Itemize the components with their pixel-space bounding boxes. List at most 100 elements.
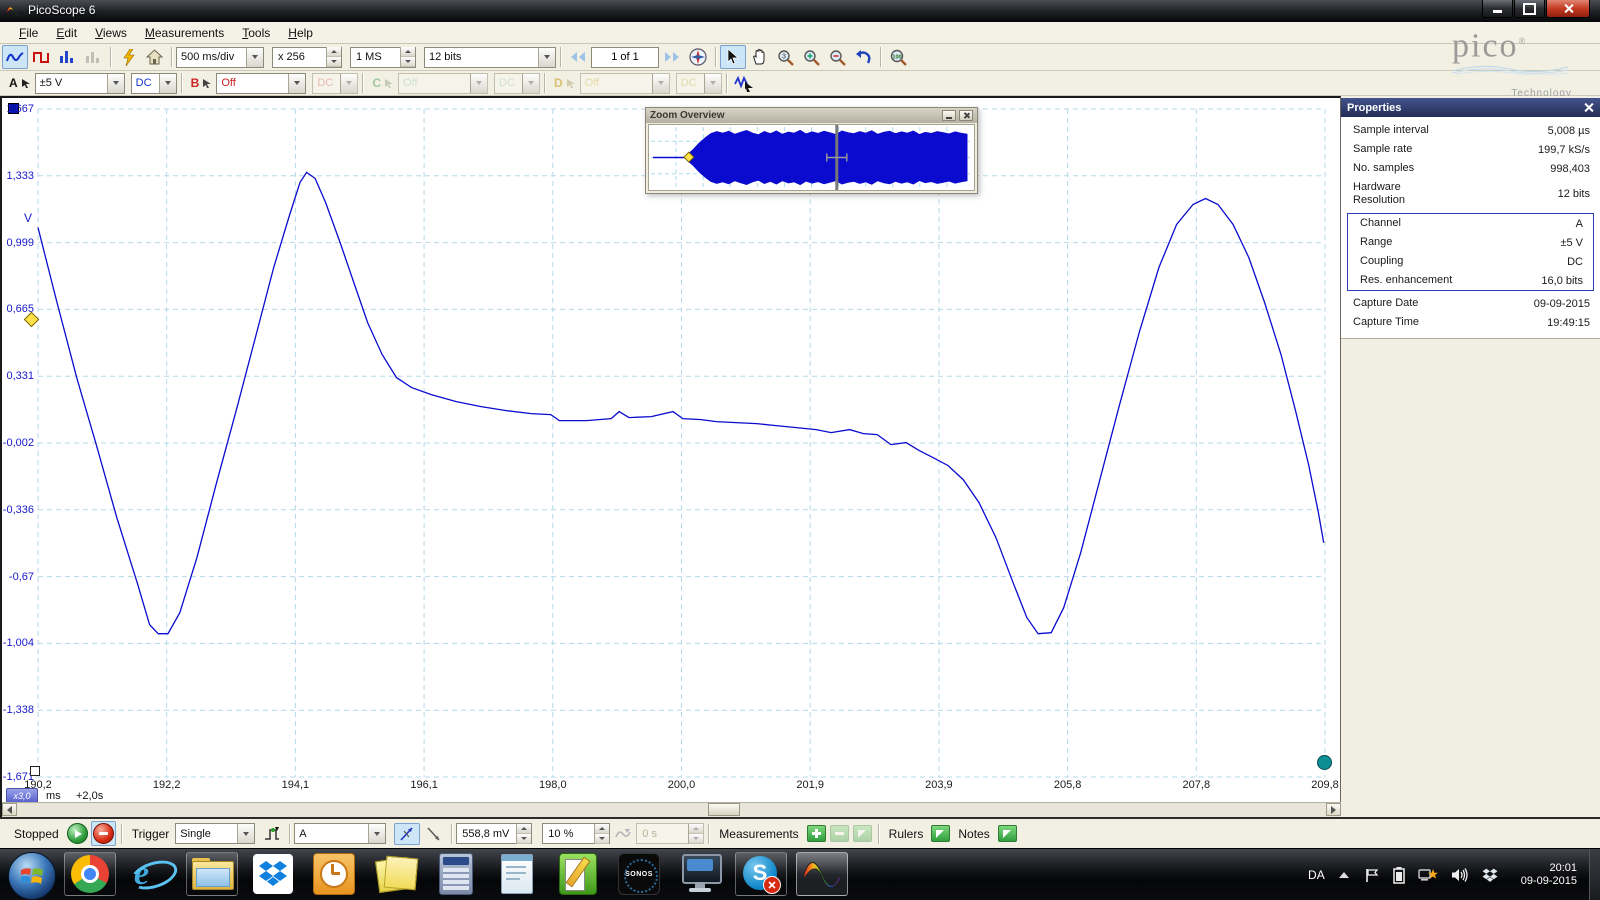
remove-measurement-button[interactable] [830, 825, 849, 842]
trigger-level-spinner[interactable]: 558,8 mV [456, 823, 532, 844]
language-indicator[interactable]: DA [1308, 868, 1325, 882]
pretrigger-spinner[interactable]: 10 % [542, 823, 610, 844]
properties-close-icon[interactable] [1583, 102, 1594, 113]
action-center-flag-icon[interactable] [1365, 868, 1380, 883]
ruler-handle[interactable] [1317, 755, 1332, 770]
falling-edge-button[interactable] [421, 822, 447, 846]
probe-arrow-icon[interactable] [202, 78, 212, 88]
scope-view[interactable]: V 1,6671,3330,9990,6650,331-0,002-0,336-… [0, 96, 1341, 817]
rising-edge-button[interactable] [396, 825, 418, 843]
taskbar-outlook[interactable] [308, 852, 360, 896]
channel-a-trace[interactable] [38, 172, 1324, 633]
tray-expand-icon[interactable] [1339, 872, 1349, 878]
taskbar-calculator[interactable] [430, 852, 482, 896]
scope-view-button[interactable] [2, 45, 28, 69]
channel-c-range-select[interactable]: Off [398, 73, 488, 94]
add-measurement-button[interactable] [807, 825, 826, 842]
taskbar-sticky-notes[interactable] [369, 852, 421, 896]
undo-zoom-button[interactable] [850, 45, 876, 69]
channel-b-range-select[interactable]: Off [216, 73, 306, 94]
post-trigger-delay-button[interactable] [610, 822, 636, 846]
waveform-plot[interactable] [36, 107, 1327, 779]
next-buffer-button[interactable] [659, 45, 685, 69]
persistence-view-button[interactable] [80, 45, 106, 69]
menu-views[interactable]: Views [86, 23, 136, 43]
taskbar-dropbox[interactable] [247, 852, 299, 896]
trigger-source-select[interactable]: A [294, 823, 386, 844]
pan-tool-button[interactable] [746, 45, 772, 69]
menu-edit[interactable]: Edit [47, 23, 86, 43]
taskbar-picoscope[interactable] [796, 852, 848, 896]
axis-bottom-handle[interactable] [30, 766, 40, 776]
channel-a-range-select[interactable]: ±5 V [35, 73, 125, 94]
menu-tools[interactable]: Tools [233, 23, 279, 43]
taskbar-internet-explorer[interactable]: e [125, 852, 177, 896]
resolution-select[interactable]: 12 bits [424, 47, 556, 68]
menu-help[interactable]: Help [279, 23, 322, 43]
dropbox-tray-icon[interactable] [1482, 868, 1498, 883]
taskbar-chrome[interactable] [64, 852, 116, 896]
post-trigger-spinner[interactable]: 0 s [636, 823, 704, 844]
probe-arrow-icon[interactable] [21, 78, 31, 88]
zoom-out-tool-button[interactable] [824, 45, 850, 69]
menu-measurements[interactable]: Measurements [136, 23, 233, 43]
scrollbar-thumb[interactable] [708, 803, 740, 816]
notes-button[interactable] [998, 825, 1017, 842]
custom-probes-button[interactable] [731, 71, 757, 95]
maximize-button[interactable] [1514, 0, 1545, 18]
zoom-overview-titlebar[interactable]: Zoom Overview [646, 108, 977, 123]
zoom-overview-close-icon[interactable] [959, 110, 973, 121]
zoom-full-button[interactable]: 100 [885, 45, 911, 69]
buffer-position-field[interactable]: 1 of 1 [591, 47, 659, 68]
show-desktop-button[interactable] [1589, 849, 1600, 900]
taskbar-clock[interactable]: 20:01 09-09-2015 [1521, 862, 1577, 888]
zoom-overview-minimize-icon[interactable] [942, 110, 956, 121]
zoom-box-tool-button[interactable]: 3 [772, 45, 798, 69]
zoom-overview-body[interactable] [648, 124, 975, 191]
menu-file[interactable]: File [10, 23, 47, 43]
stop-capture-button[interactable] [93, 823, 114, 844]
network-status-icon[interactable] [1418, 867, 1438, 883]
battery-icon[interactable] [1393, 867, 1405, 884]
taskbar-remote-desktop[interactable] [674, 852, 726, 896]
channel-d-range-select[interactable]: Off [580, 73, 670, 94]
taskbar-skype[interactable]: S [735, 852, 787, 896]
volume-icon[interactable] [1451, 867, 1469, 883]
outlook-icon [313, 853, 355, 895]
channel-b-coupling-select[interactable]: DC [312, 73, 358, 94]
channel-d-coupling-select[interactable]: DC [676, 73, 722, 94]
taskbar-notepad[interactable] [491, 852, 543, 896]
rulers-button[interactable] [931, 825, 950, 842]
advanced-trigger-button[interactable] [259, 822, 285, 846]
prev-buffer-button[interactable] [565, 45, 591, 69]
zoom-overview-window[interactable]: Zoom Overview [645, 107, 978, 194]
samples-spinner[interactable]: 1 MS [350, 47, 416, 68]
start-capture-button[interactable] [67, 823, 88, 844]
zoom-overview-waveform[interactable] [649, 125, 974, 190]
probe-arrow-icon[interactable] [566, 78, 576, 88]
minimize-button[interactable] [1482, 0, 1513, 18]
auto-setup-button[interactable] [115, 45, 141, 69]
channel-a-coupling-select[interactable]: DC [131, 73, 177, 94]
scroll-right-button[interactable] [1326, 803, 1341, 816]
channel-c-coupling-select[interactable]: DC [494, 73, 540, 94]
trigger-mode-select[interactable]: Single [175, 823, 255, 844]
edit-measurement-button[interactable] [853, 825, 872, 842]
start-button[interactable] [8, 852, 56, 900]
probe-arrow-icon[interactable] [384, 78, 394, 88]
taskbar-text-editor[interactable] [552, 852, 604, 896]
spectrum-view-button[interactable] [54, 45, 80, 69]
zoom-in-tool-button[interactable] [798, 45, 824, 69]
taskbar-sonos[interactable]: SONOS [613, 852, 665, 896]
horizontal-scrollbar[interactable] [2, 802, 1341, 817]
xy-view-button[interactable] [28, 45, 54, 69]
scroll-left-button[interactable] [2, 803, 17, 816]
timebase-select[interactable]: 500 ms/div [176, 47, 264, 68]
close-button[interactable] [1546, 0, 1590, 18]
select-tool-button[interactable] [720, 45, 746, 69]
oversample-spinner[interactable]: x 256 [272, 47, 342, 68]
home-settings-button[interactable] [141, 45, 167, 69]
buffer-navigator-button[interactable] [685, 45, 711, 69]
clock-time: 20:01 [1521, 862, 1577, 875]
taskbar-windows-explorer[interactable] [186, 852, 238, 896]
